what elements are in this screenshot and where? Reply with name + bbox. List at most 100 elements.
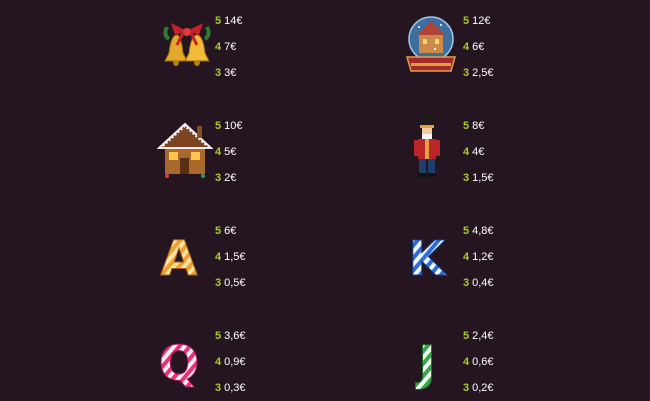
- pay-value: 7€: [224, 41, 237, 53]
- pay-value: 0,3€: [224, 382, 246, 394]
- symbol-count: 5: [215, 225, 222, 237]
- symbol-count: 4: [463, 356, 470, 368]
- symbol-count: 3: [215, 67, 222, 79]
- pay-row: 3 2€: [215, 165, 242, 191]
- pay-value: 4,8€: [472, 225, 494, 237]
- snow-globe-icon: [405, 5, 465, 85]
- pay-row: 4 0,9€: [215, 349, 246, 375]
- pay-value: 3,6€: [224, 330, 246, 342]
- pay-value: 0,6€: [472, 356, 494, 368]
- symbol-count: 4: [463, 251, 470, 263]
- candy-letter-j: J: [415, 336, 436, 392]
- pay-list: 5 6€ 4 1,5€ 3 0,5€: [215, 218, 246, 296]
- pay-list: 5 14€ 4 7€ 3 3€: [215, 8, 242, 86]
- pay-row: 3 2,5€: [463, 60, 494, 86]
- pay-row: 3 0,3€: [215, 375, 246, 401]
- pay-value: 0,4€: [472, 277, 494, 289]
- symbol-count: 5: [463, 330, 470, 342]
- pay-value: 10€: [224, 120, 243, 132]
- pay-value: 0,9€: [224, 356, 246, 368]
- pay-list: 5 8€ 4 4€ 3 1,5€: [463, 113, 494, 191]
- pay-row: 4 6€: [463, 34, 494, 60]
- symbol-count: 5: [463, 15, 470, 27]
- symbol-count: 5: [215, 330, 222, 342]
- symbol-count: 5: [463, 225, 470, 237]
- pay-row: 4 7€: [215, 34, 242, 60]
- paytable-entry-letter-a: A 5 6€ 4 1,5€ 3 0,5€: [157, 215, 357, 295]
- pay-list: 5 4,8€ 4 1,2€ 3 0,4€: [463, 218, 494, 296]
- candy-letter-a-icon: A: [157, 215, 217, 295]
- pay-row: 5 8€: [463, 113, 494, 139]
- paytable-entry-letter-k: K 5 4,8€ 4 1,2€ 3 0,4€: [405, 215, 605, 295]
- symbol-count: 3: [463, 277, 470, 289]
- pay-row: 3 0,5€: [215, 270, 246, 296]
- pay-value: 6€: [224, 225, 237, 237]
- gingerbread-house-icon: [157, 110, 217, 190]
- pay-list: 5 10€ 4 5€ 3 2€: [215, 113, 242, 191]
- pay-row: 4 5€: [215, 139, 242, 165]
- pay-row: 5 3,6€: [215, 323, 246, 349]
- pay-value: 3€: [224, 67, 237, 79]
- pay-row: 3 3€: [215, 60, 242, 86]
- paytable-entry-nutcracker: 5 8€ 4 4€ 3 1,5€: [405, 110, 605, 190]
- pay-row: 4 1,2€: [463, 244, 494, 270]
- pay-value: 2€: [224, 172, 237, 184]
- symbol-count: 4: [215, 356, 222, 368]
- candy-letter-j-icon: J: [405, 320, 465, 400]
- pay-row: 5 2,4€: [463, 323, 494, 349]
- symbol-count: 3: [215, 382, 222, 394]
- paytable-entry-bell: 5 14€ 4 7€ 3 3€: [157, 5, 357, 85]
- pay-row: 4 0,6€: [463, 349, 494, 375]
- pay-value: 2,5€: [472, 67, 494, 79]
- pay-row: 5 4,8€: [463, 218, 494, 244]
- pay-row: 3 0,4€: [463, 270, 494, 296]
- symbol-count: 3: [215, 172, 222, 184]
- candy-letter-q-icon: Q: [157, 320, 217, 400]
- symbol-count: 3: [463, 172, 470, 184]
- symbol-count: 4: [463, 146, 470, 158]
- symbol-count: 4: [215, 146, 222, 158]
- pay-value: 0,5€: [224, 277, 246, 289]
- candy-letter-k: K: [408, 231, 447, 287]
- pay-row: 5 10€: [215, 113, 242, 139]
- pay-row: 4 4€: [463, 139, 494, 165]
- pay-value: 14€: [224, 15, 243, 27]
- pay-row: 3 1,5€: [463, 165, 494, 191]
- nutcracker-icon: [405, 110, 465, 190]
- symbol-count: 5: [215, 15, 222, 27]
- candy-letter-k-icon: K: [405, 215, 465, 295]
- candy-letter-q: Q: [159, 336, 200, 392]
- pay-row: 5 14€: [215, 8, 242, 34]
- pay-row: 3 0,2€: [463, 375, 494, 401]
- pay-list: 5 3,6€ 4 0,9€ 3 0,3€: [215, 323, 246, 401]
- pay-row: 5 6€: [215, 218, 246, 244]
- pay-value: 1,2€: [472, 251, 494, 263]
- paytable-entry-snow-globe: 5 12€ 4 6€ 3 2,5€: [405, 5, 605, 85]
- pay-value: 8€: [472, 120, 485, 132]
- pay-value: 1,5€: [224, 251, 246, 263]
- pay-value: 0,2€: [472, 382, 494, 394]
- paytable-entry-letter-q: Q 5 3,6€ 4 0,9€ 3 0,3€: [157, 320, 357, 400]
- symbol-count: 3: [463, 67, 470, 79]
- symbol-count: 5: [463, 120, 470, 132]
- pay-value: 2,4€: [472, 330, 494, 342]
- pay-value: 6€: [472, 41, 485, 53]
- pay-list: 5 2,4€ 4 0,6€ 3 0,2€: [463, 323, 494, 401]
- candy-letter-a: A: [160, 231, 197, 287]
- symbol-count: 5: [215, 120, 222, 132]
- symbol-count: 4: [463, 41, 470, 53]
- symbol-count: 3: [215, 277, 222, 289]
- pay-row: 4 1,5€: [215, 244, 246, 270]
- pay-list: 5 12€ 4 6€ 3 2,5€: [463, 8, 494, 86]
- paytable-entry-gingerbread-house: 5 10€ 4 5€ 3 2€: [157, 110, 357, 190]
- pay-value: 1,5€: [472, 172, 494, 184]
- pay-value: 5€: [224, 146, 237, 158]
- symbol-count: 3: [463, 382, 470, 394]
- paytable-entry-letter-j: J 5 2,4€ 4 0,6€ 3 0,2€: [405, 320, 605, 400]
- pay-row: 5 12€: [463, 8, 494, 34]
- pay-value: 4€: [472, 146, 485, 158]
- pay-value: 12€: [472, 15, 491, 27]
- symbol-count: 4: [215, 251, 222, 263]
- symbol-count: 4: [215, 41, 222, 53]
- bell-icon: [157, 5, 217, 85]
